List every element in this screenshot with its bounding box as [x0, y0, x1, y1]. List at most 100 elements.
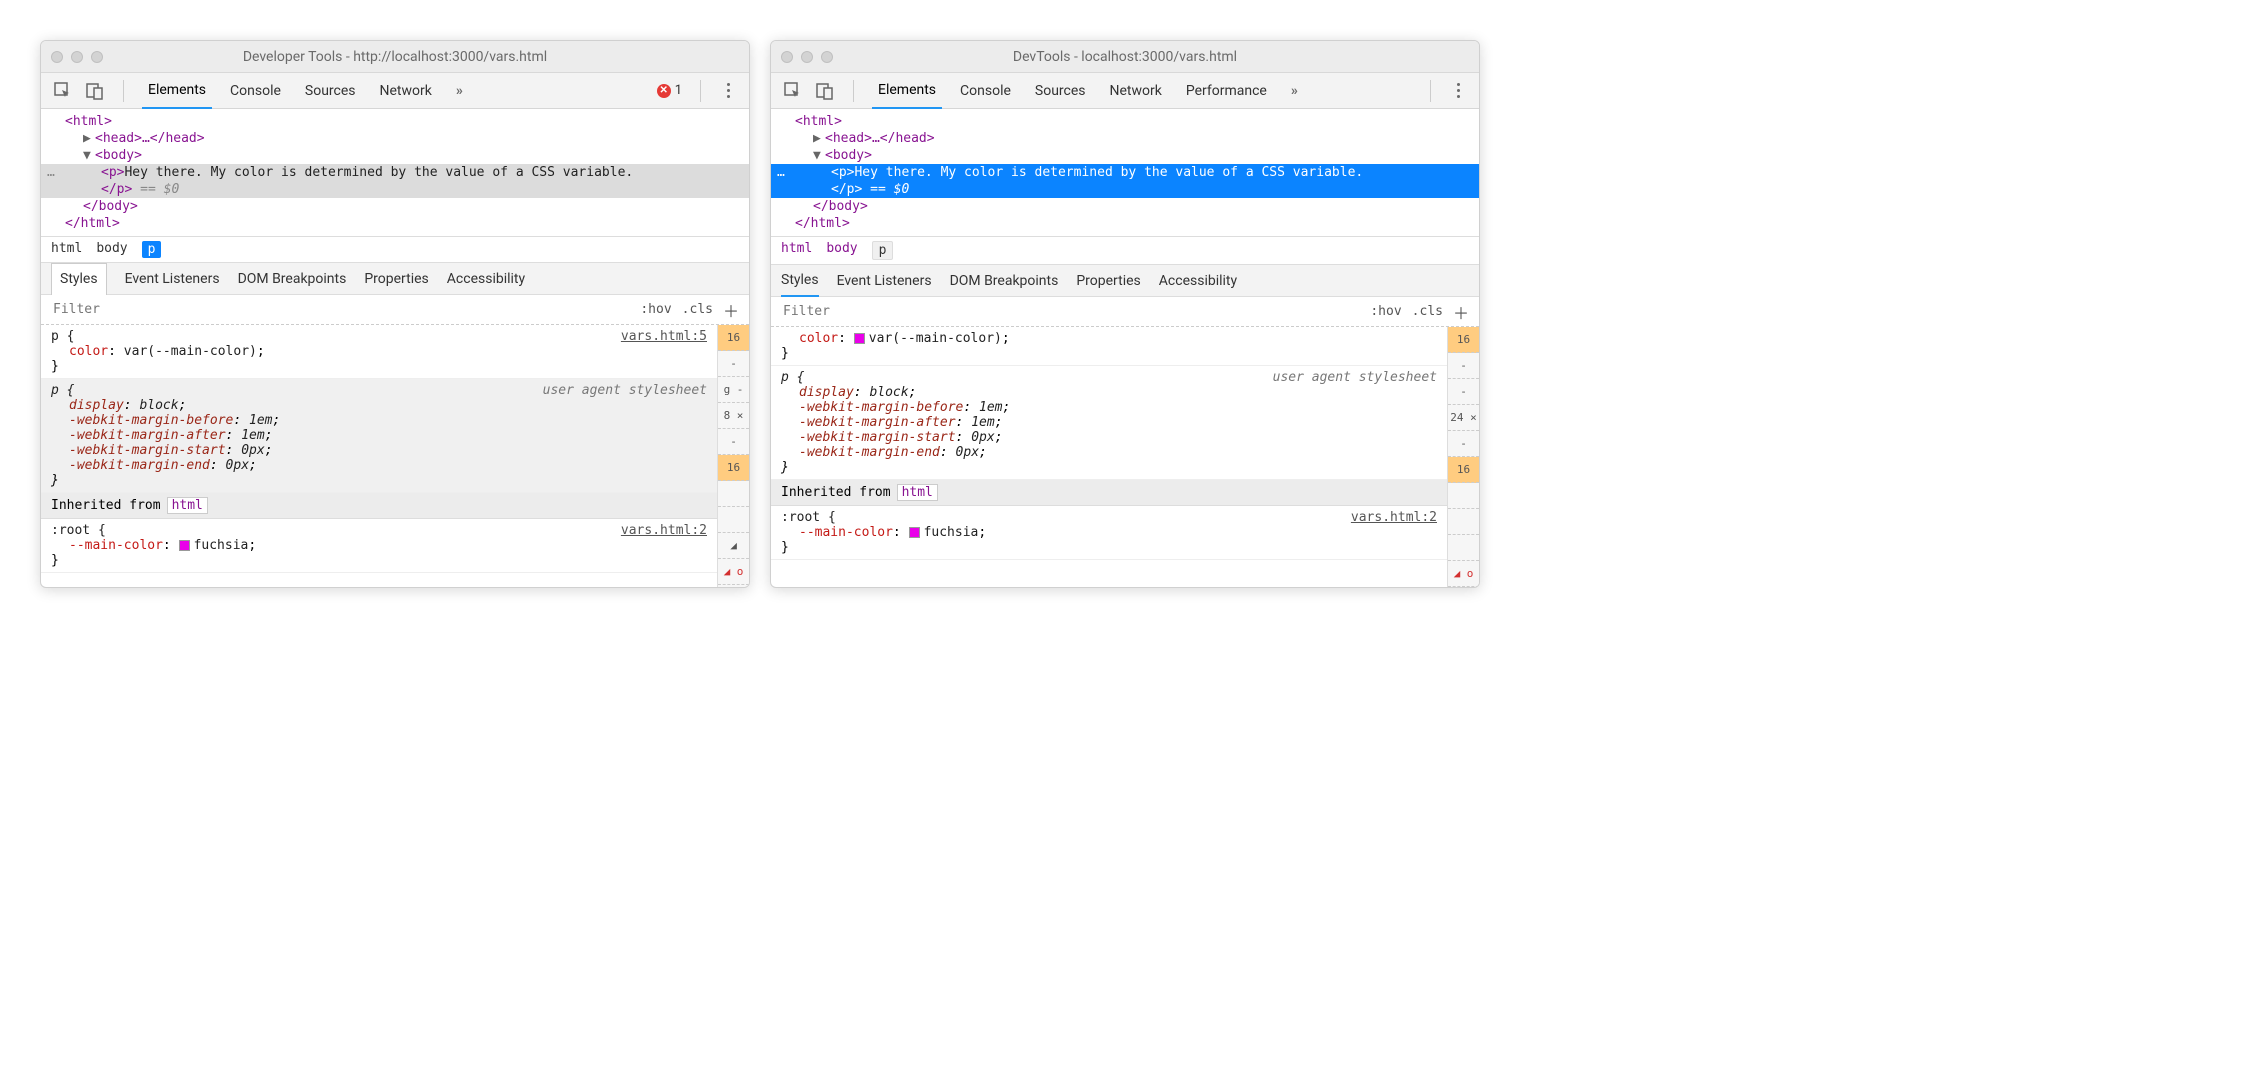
- css-property[interactable]: --main-color: [799, 525, 893, 540]
- crumb-p[interactable]: p: [142, 241, 162, 258]
- new-rule-icon[interactable]: ＋: [1453, 300, 1469, 324]
- subtab-dom-breakpoints[interactable]: DOM Breakpoints: [238, 263, 347, 295]
- filter-input[interactable]: [781, 303, 1360, 320]
- tab-console[interactable]: Console: [224, 73, 287, 109]
- sidebar-cell[interactable]: -: [1448, 431, 1479, 457]
- subtab-accessibility[interactable]: Accessibility: [1159, 265, 1237, 297]
- sidebar-cell[interactable]: [1448, 483, 1479, 509]
- tab-performance[interactable]: Performance: [1180, 73, 1273, 109]
- sidebar-cell[interactable]: [718, 507, 749, 533]
- hov-toggle[interactable]: :hov: [1370, 304, 1401, 319]
- css-value[interactable]: var(--main-color): [124, 344, 257, 359]
- sidebar-cell[interactable]: -: [718, 351, 749, 377]
- tab-network[interactable]: Network: [1104, 73, 1168, 109]
- collapse-icon[interactable]: ▼: [813, 148, 825, 163]
- subtab-styles[interactable]: Styles: [51, 263, 107, 295]
- dom-tree[interactable]: <html> ▶<head>…</head> ▼<body> … <p>Hey …: [41, 109, 749, 236]
- css-selector[interactable]: :root {: [781, 510, 1437, 525]
- inherited-tag[interactable]: html: [897, 484, 938, 501]
- css-selector[interactable]: p {: [51, 329, 707, 344]
- kebab-menu-icon[interactable]: [1449, 83, 1467, 98]
- color-swatch-icon[interactable]: [909, 527, 920, 538]
- css-property[interactable]: color: [799, 331, 838, 346]
- css-property[interactable]: --main-color: [69, 538, 163, 553]
- filter-input[interactable]: [51, 301, 630, 318]
- dom-selected-node[interactable]: … <p>Hey there. My color is determined b…: [771, 164, 1479, 181]
- sidebar-cell[interactable]: [718, 481, 749, 507]
- subtab-event-listeners[interactable]: Event Listeners: [837, 265, 932, 297]
- source-link[interactable]: vars.html:5: [621, 329, 707, 344]
- crumb-html[interactable]: html: [51, 241, 82, 258]
- metrics-sidebar[interactable]: 16--24 ×-16◢ o: [1447, 327, 1479, 587]
- crumb-p[interactable]: p: [872, 241, 894, 260]
- styles-pane[interactable]: vars.html:5 p { color: var(--main-color)…: [41, 325, 717, 587]
- dom-tag[interactable]: <head>…</head>: [825, 131, 935, 146]
- sidebar-cell[interactable]: 16: [718, 325, 749, 351]
- dom-tag[interactable]: </body>: [813, 199, 868, 214]
- css-property[interactable]: color: [69, 344, 108, 359]
- title-bar[interactable]: Developer Tools - http://localhost:3000/…: [41, 41, 749, 73]
- css-value[interactable]: fuchsia: [924, 525, 979, 540]
- sidebar-cell[interactable]: ◢ o: [1448, 561, 1479, 587]
- css-rule[interactable]: vars.html:2 :root { --main-color: fuchsi…: [771, 506, 1447, 560]
- sidebar-cell[interactable]: g -: [718, 377, 749, 403]
- sidebar-cell[interactable]: [1448, 535, 1479, 561]
- tabs-overflow-icon[interactable]: »: [450, 73, 469, 109]
- collapse-icon[interactable]: ▼: [83, 148, 95, 163]
- dom-tag[interactable]: <head>…</head>: [95, 131, 205, 146]
- sidebar-cell[interactable]: 16: [718, 455, 749, 481]
- tab-network[interactable]: Network: [374, 73, 438, 109]
- dom-tag[interactable]: <body>: [825, 148, 872, 163]
- tabs-overflow-icon[interactable]: »: [1285, 73, 1304, 109]
- crumb-body[interactable]: body: [96, 241, 127, 258]
- sidebar-cell[interactable]: ◢ o: [718, 559, 749, 585]
- crumb-html[interactable]: html: [781, 241, 812, 260]
- sidebar-cell[interactable]: -: [1448, 353, 1479, 379]
- tab-sources[interactable]: Sources: [299, 73, 362, 109]
- color-swatch-icon[interactable]: [854, 333, 865, 344]
- subtab-accessibility[interactable]: Accessibility: [447, 263, 525, 295]
- subtab-dom-breakpoints[interactable]: DOM Breakpoints: [950, 265, 1059, 297]
- css-value[interactable]: var(--main-color): [869, 331, 1002, 346]
- inspect-icon[interactable]: [53, 81, 73, 101]
- dom-tag[interactable]: </body>: [83, 199, 138, 214]
- sidebar-cell[interactable]: 16: [1448, 327, 1479, 353]
- source-link[interactable]: vars.html:2: [621, 523, 707, 538]
- inherited-tag[interactable]: html: [167, 497, 208, 514]
- device-toggle-icon[interactable]: [815, 81, 835, 101]
- color-swatch-icon[interactable]: [179, 540, 190, 551]
- expand-icon[interactable]: ▶: [813, 131, 825, 146]
- cls-toggle[interactable]: .cls: [682, 302, 713, 317]
- sidebar-cell[interactable]: [1448, 509, 1479, 535]
- tab-console[interactable]: Console: [954, 73, 1017, 109]
- css-rule[interactable]: vars.html:2 :root { --main-color: fuchsi…: [41, 519, 717, 573]
- dom-tag[interactable]: </html>: [65, 216, 120, 231]
- title-bar[interactable]: DevTools - localhost:3000/vars.html: [771, 41, 1479, 73]
- css-rule[interactable]: vars.html:5 p { color: var(--main-color)…: [41, 325, 717, 379]
- tab-elements[interactable]: Elements: [142, 73, 212, 109]
- css-rule[interactable]: color: var(--main-color); }: [771, 327, 1447, 366]
- sidebar-cell[interactable]: -: [1448, 379, 1479, 405]
- dom-tag[interactable]: </html>: [795, 216, 850, 231]
- new-rule-icon[interactable]: ＋: [723, 298, 739, 322]
- dom-tag[interactable]: <html>: [795, 114, 842, 129]
- subtab-properties[interactable]: Properties: [364, 263, 428, 295]
- expand-icon[interactable]: ▶: [83, 131, 95, 146]
- dom-tag[interactable]: <html>: [65, 114, 112, 129]
- tab-elements[interactable]: Elements: [872, 73, 942, 109]
- inspect-icon[interactable]: [783, 81, 803, 101]
- css-value[interactable]: fuchsia: [194, 538, 249, 553]
- kebab-menu-icon[interactable]: [719, 83, 737, 98]
- sidebar-cell[interactable]: 16: [1448, 457, 1479, 483]
- error-badge[interactable]: ✕ 1: [657, 83, 682, 98]
- dom-tag[interactable]: <body>: [95, 148, 142, 163]
- subtab-styles[interactable]: Styles: [781, 265, 819, 297]
- source-link[interactable]: vars.html:2: [1351, 510, 1437, 525]
- sidebar-cell[interactable]: 8 ×: [718, 403, 749, 429]
- sidebar-cell[interactable]: -: [718, 429, 749, 455]
- sidebar-cell[interactable]: ◢: [718, 533, 749, 559]
- subtab-properties[interactable]: Properties: [1076, 265, 1140, 297]
- sidebar-cell[interactable]: 24 ×: [1448, 405, 1479, 431]
- crumb-body[interactable]: body: [826, 241, 857, 260]
- dom-tree[interactable]: <html> ▶<head>…</head> ▼<body> … <p>Hey …: [771, 109, 1479, 236]
